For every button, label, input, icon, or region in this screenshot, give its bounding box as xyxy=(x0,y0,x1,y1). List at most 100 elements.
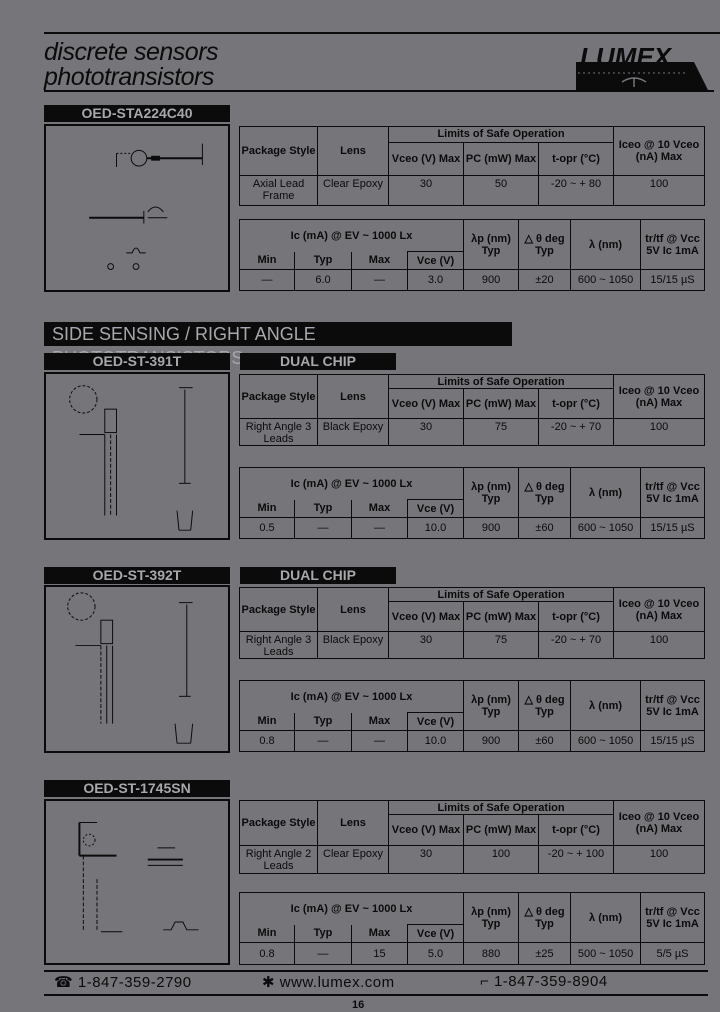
header-typ: Typ xyxy=(294,924,352,943)
cell-vceo: 30 xyxy=(388,631,464,659)
header-iceo: Iceo @ 10 Vceo (nA) Max xyxy=(613,374,706,419)
cell-pc: 50 xyxy=(463,174,539,207)
cell-max: — xyxy=(351,730,408,752)
cell-typ: 6.0 xyxy=(294,269,352,291)
footer-website: ✱ www.lumex.com xyxy=(262,973,395,991)
cell-min: — xyxy=(239,269,295,291)
cell-lambda-p: 900 xyxy=(463,517,520,539)
header-limits-group: Limits of Safe Operation xyxy=(387,126,615,143)
page-title-line1: discrete sensors xyxy=(44,38,219,66)
cell-package-style: Right Angle 3 Leads xyxy=(239,631,318,659)
globe-icon: ✱ xyxy=(262,974,276,991)
cell-vce: 3.0 xyxy=(406,269,465,291)
header-vceo: Vceo (V) Max xyxy=(388,388,464,419)
cell-trtf: 5/5 µS xyxy=(640,942,706,965)
header-typ: Typ xyxy=(294,251,352,270)
cell-theta: ±60 xyxy=(518,517,572,539)
header-vceo: Vceo (V) Max xyxy=(388,601,464,632)
cell-typ: — xyxy=(294,517,352,539)
header-max: Max xyxy=(351,499,408,518)
header-min: Min xyxy=(239,499,295,518)
cell-vce: 5.0 xyxy=(406,942,465,965)
cell-max: 15 xyxy=(351,942,408,965)
header-lambda: λ (nm) xyxy=(570,467,642,518)
header-theta: △ θ deg Typ xyxy=(518,680,572,731)
header-lambda: λ (nm) xyxy=(570,680,642,731)
cell-theta: ±20 xyxy=(518,269,572,291)
header-iceo: Iceo @ 10 Vceo (nA) Max xyxy=(613,800,706,846)
header-package-style: Package Style xyxy=(239,800,318,846)
header-lens: Lens xyxy=(317,587,389,632)
header-iceo: Iceo @ 10 Vceo (nA) Max xyxy=(613,587,706,632)
phone-number: 1-847-359-2790 xyxy=(77,974,192,991)
optical-table: Ic (mA) @ EV ~ 1000 Lx λp (nm) Typ △ θ d… xyxy=(238,680,706,752)
cell-trtf: 15/15 µS xyxy=(640,730,706,752)
footer-fax: ⌐ 1-847-359-8904 xyxy=(480,973,608,990)
header-pc: PC (mW) Max xyxy=(463,141,539,176)
cell-package-style: Right Angle 2 Leads xyxy=(239,844,318,875)
cell-iceo: 100 xyxy=(613,174,706,207)
cell-typ: — xyxy=(294,942,352,965)
cell-min: 0.5 xyxy=(239,517,295,539)
fax-icon: ⌐ xyxy=(480,973,490,990)
header-lens: Lens xyxy=(317,126,389,176)
cell-iceo: 100 xyxy=(613,418,706,446)
header-ic-group: Ic (mA) @ EV ~ 1000 Lx xyxy=(238,467,465,500)
header-lambda-p: λp (nm) Typ xyxy=(463,680,520,731)
cell-lambda-p: 900 xyxy=(463,730,520,752)
header-top-rule xyxy=(44,32,720,34)
limits-table: Package Style Lens Limits of Safe Operat… xyxy=(239,587,706,659)
cell-pc: 100 xyxy=(463,844,539,875)
header-pc: PC (mW) Max xyxy=(463,814,539,846)
cell-topr: -20 ~ + 70 xyxy=(537,631,615,659)
website-link[interactable]: www.lumex.com xyxy=(280,974,395,991)
header-typ: Typ xyxy=(294,499,352,518)
page-title-line2: phototransistors xyxy=(44,63,214,91)
header-vceo: Vceo (V) Max xyxy=(388,814,464,846)
cell-lens: Black Epoxy xyxy=(317,631,389,659)
header-min: Min xyxy=(239,924,295,943)
logo-text: LUMEX xyxy=(580,42,673,72)
header-pc: PC (mW) Max xyxy=(463,388,539,419)
header-theta: △ θ deg Typ xyxy=(518,219,572,270)
dimension-drawing xyxy=(44,585,230,753)
header-ic-group: Ic (mA) @ EV ~ 1000 Lx xyxy=(238,892,465,925)
header-theta: △ θ deg Typ xyxy=(518,892,572,943)
header-vceo: Vceo (V) Max xyxy=(388,141,464,176)
header-lambda: λ (nm) xyxy=(570,892,642,943)
cell-vceo: 30 xyxy=(388,174,464,207)
header-limits-group: Limits of Safe Operation xyxy=(387,374,615,389)
header-package-style: Package Style xyxy=(239,374,318,419)
cell-trtf: 15/15 µS xyxy=(640,269,706,291)
header-ic-group: Ic (mA) @ EV ~ 1000 Lx xyxy=(238,680,465,713)
header-lambda-p: λp (nm) Typ xyxy=(463,219,520,270)
header-topr: t-opr (°C) xyxy=(537,601,615,632)
cell-lens: Clear Epoxy xyxy=(317,174,389,207)
cell-vceo: 30 xyxy=(388,844,464,875)
model-label: OED-ST-1745SN xyxy=(44,780,230,797)
cell-vceo: 30 xyxy=(388,418,464,446)
lumex-logo: LUMEX xyxy=(572,40,712,92)
header-topr: t-opr (°C) xyxy=(537,388,615,419)
header-max: Max xyxy=(351,924,408,943)
header-topr: t-opr (°C) xyxy=(537,141,615,176)
cell-lambda: 500 ~ 1050 xyxy=(570,942,642,965)
cell-topr: -20 ~ + 80 xyxy=(537,174,615,207)
model-label: OED-ST-391T xyxy=(44,353,230,370)
footer-bottom-rule xyxy=(44,994,708,996)
cell-package-style: Right Angle 3 Leads xyxy=(239,418,318,446)
cell-package-style: Axial Lead Frame xyxy=(239,174,318,207)
header-iceo: Iceo @ 10 Vceo (nA) Max xyxy=(613,126,706,176)
header-lambda-p: λp (nm) Typ xyxy=(463,892,520,943)
cell-theta: ±25 xyxy=(518,942,572,965)
cell-topr: -20 ~ + 100 xyxy=(537,844,615,875)
header-package-style: Package Style xyxy=(239,126,318,176)
section-title: SIDE SENSING / RIGHT ANGLE PHOTOTRANSIST… xyxy=(44,322,512,368)
dimension-drawing xyxy=(44,372,230,540)
cell-lens: Clear Epoxy xyxy=(317,844,389,875)
page-number: 16 xyxy=(352,999,365,1011)
header-trtf: tr/tf @ Vcc 5V Ic 1mA xyxy=(640,219,706,270)
cell-trtf: 15/15 µS xyxy=(640,517,706,539)
phone-icon: ☎ xyxy=(54,974,74,991)
dual-chip-badge: DUAL CHIP xyxy=(240,567,396,584)
